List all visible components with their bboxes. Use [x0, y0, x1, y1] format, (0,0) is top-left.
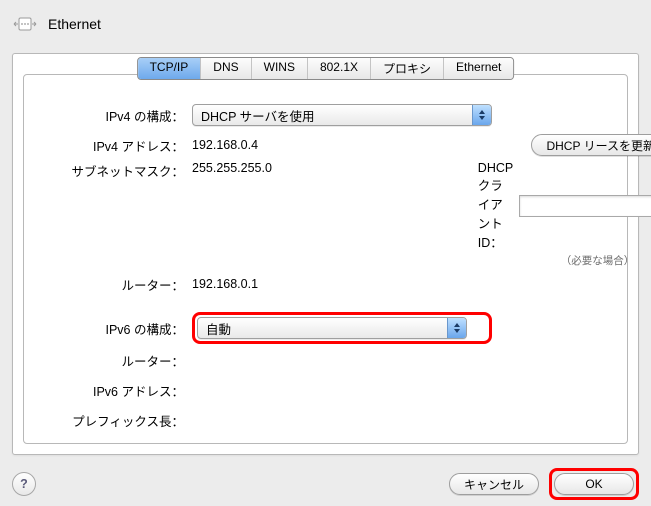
router-label: ルーター： — [34, 275, 184, 294]
ok-highlight: OK — [549, 468, 639, 500]
cancel-button[interactable]: キャンセル — [449, 473, 539, 495]
ipv4-address-value: 192.168.0.4 — [192, 138, 492, 152]
ipv4-config-label: IPv4 の構成： — [34, 106, 184, 125]
tab-bar: TCP/IP DNS WINS 802.1X プロキシ Ethernet — [137, 57, 515, 80]
router-value: 192.168.0.1 — [192, 277, 492, 291]
dialog-footer: ? キャンセル OK — [0, 462, 651, 506]
tab-proxy[interactable]: プロキシ — [371, 58, 444, 79]
ipv6-config-highlight: 自動 — [192, 312, 492, 344]
ipv6-router-label: ルーター： — [34, 351, 184, 370]
ipv6-config-select[interactable]: 自動 — [197, 317, 467, 339]
ipv4-config-select[interactable]: DHCP サーバを使用 — [192, 104, 492, 126]
dhcp-client-id-label: DHCP クライアント ID： — [478, 161, 513, 251]
tab-content: IPv4 の構成： DHCP サーバを使用 IPv4 アドレス： 192.168… — [23, 74, 628, 444]
ipv4-config-value: DHCP サーバを使用 — [201, 106, 315, 125]
settings-panel: TCP/IP DNS WINS 802.1X プロキシ Ethernet IPv… — [12, 53, 639, 455]
prefix-length-label: プレフィックス長： — [34, 411, 184, 430]
renew-dhcp-lease-button[interactable]: DHCP リースを更新 — [531, 134, 651, 156]
tab-dns[interactable]: DNS — [201, 58, 251, 79]
ipv6-config-label: IPv6 の構成： — [34, 319, 184, 338]
tab-wins[interactable]: WINS — [252, 58, 308, 79]
dhcp-client-id-field[interactable] — [519, 195, 651, 217]
window-header: Ethernet — [0, 0, 651, 44]
subnet-mask-value: 255.255.255.0 — [192, 161, 492, 175]
ethernet-icon — [12, 13, 38, 35]
tab-tcpip[interactable]: TCP/IP — [138, 58, 202, 79]
ok-button[interactable]: OK — [554, 473, 634, 495]
subnet-mask-label: サブネットマスク： — [34, 161, 184, 180]
tab-ethernet[interactable]: Ethernet — [444, 58, 513, 79]
help-button[interactable]: ? — [12, 472, 36, 496]
dhcp-client-id-hint: （必要な場合） — [525, 253, 651, 268]
tab-8021x[interactable]: 802.1X — [308, 58, 371, 79]
ipv6-config-value: 自動 — [206, 319, 231, 338]
chevron-updown-icon — [447, 318, 466, 338]
ipv6-address-label: IPv6 アドレス： — [34, 381, 184, 400]
chevron-updown-icon — [472, 105, 491, 125]
ipv4-address-label: IPv4 アドレス： — [34, 136, 184, 155]
window-title: Ethernet — [48, 16, 101, 32]
